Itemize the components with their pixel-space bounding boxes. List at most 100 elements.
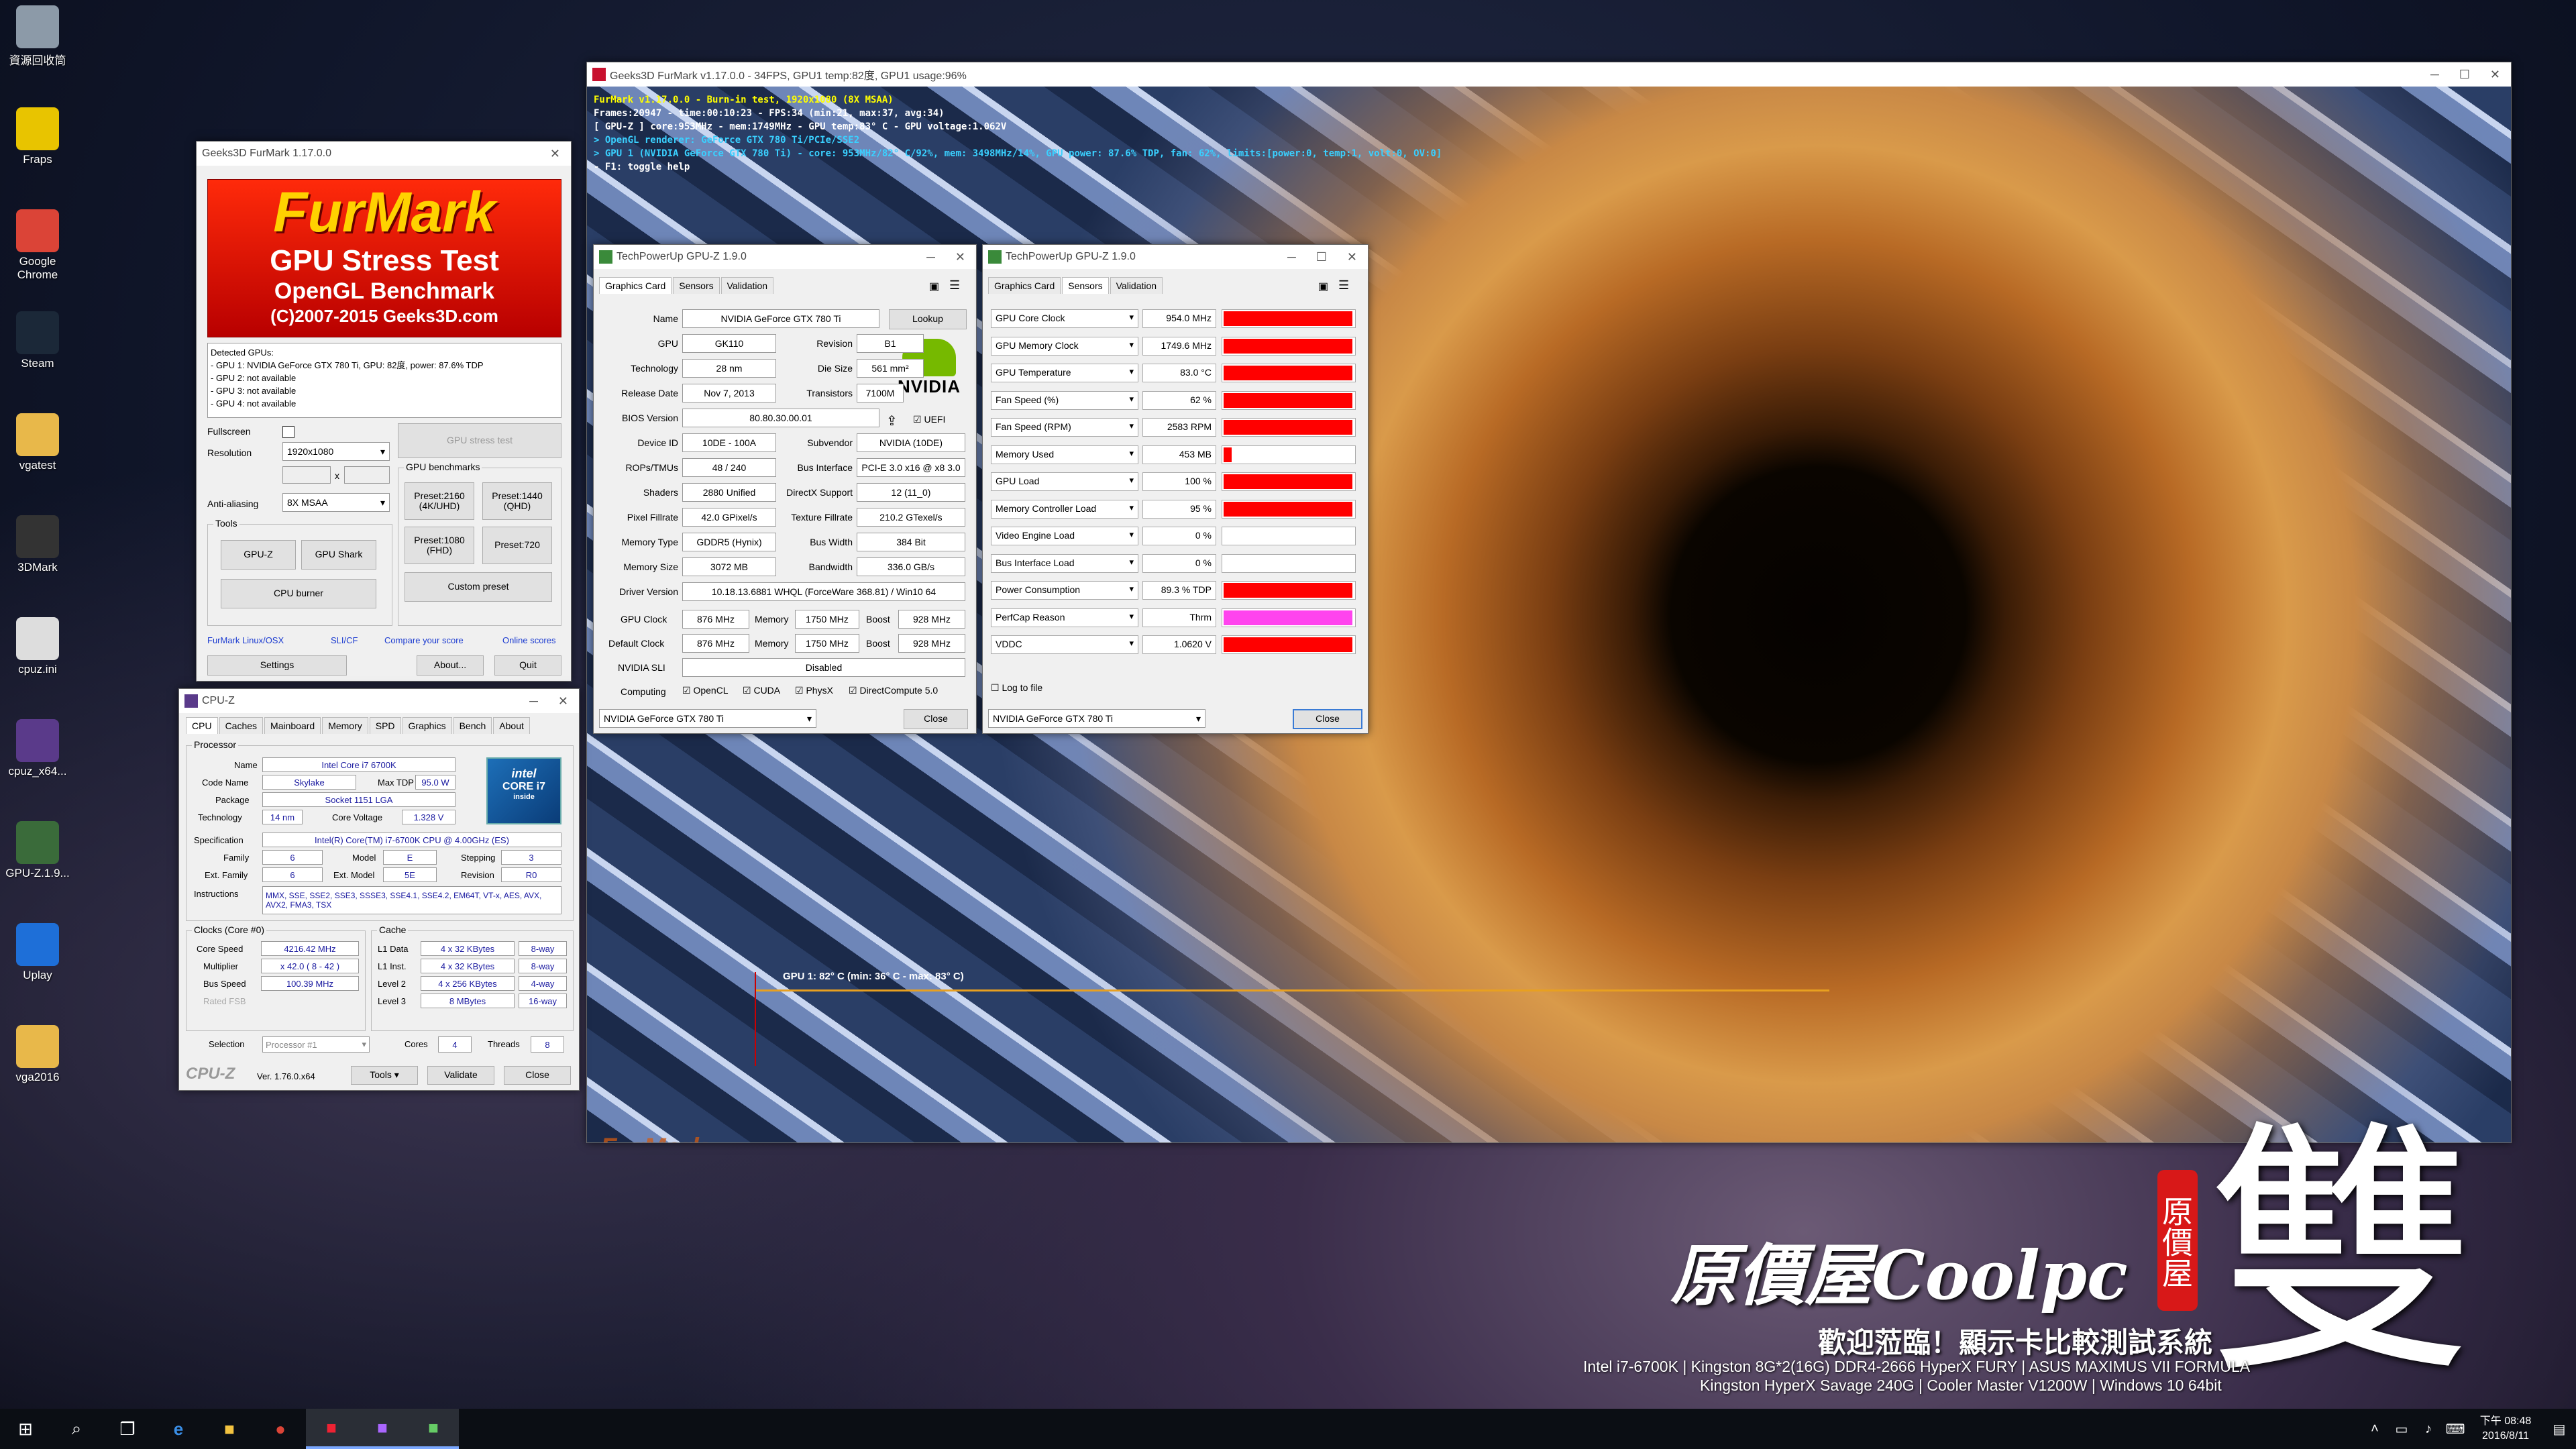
- preset-1080-button[interactable]: Preset:1080 (FHD): [405, 527, 474, 564]
- search-button[interactable]: ⌕: [51, 1409, 102, 1449]
- fullscreen-checkbox[interactable]: [282, 426, 294, 438]
- sensor-name-dropdown[interactable]: PerfCap Reason: [991, 608, 1138, 627]
- taskbar-explorer[interactable]: ■: [204, 1409, 255, 1449]
- lookup-button[interactable]: Lookup: [889, 309, 967, 329]
- desktop-icon[interactable]: 3DMark: [4, 515, 71, 574]
- tools-button[interactable]: Tools ▾: [351, 1066, 418, 1085]
- tab[interactable]: Graphics Card: [599, 277, 672, 294]
- tray-volume[interactable]: ♪: [2415, 1409, 2442, 1449]
- furmark-control-window[interactable]: Geeks3D FurMark 1.17.0.0 ✕ FurMark GPU S…: [196, 141, 572, 682]
- clock[interactable]: 下午 08:48 2016/8/11: [2469, 1414, 2542, 1444]
- resolution-select[interactable]: 1920x1080 ▾: [282, 442, 390, 461]
- tab[interactable]: Sensors: [673, 277, 720, 294]
- minimize-button[interactable]: ─: [926, 250, 935, 264]
- minimize-button[interactable]: ─: [1287, 250, 1296, 264]
- camera-icon[interactable]: ▣: [1318, 280, 1328, 293]
- camera-icon[interactable]: ▣: [929, 280, 939, 293]
- taskbar-gpuz[interactable]: ■: [408, 1409, 459, 1449]
- furmark-render-titlebar[interactable]: Geeks3D FurMark v1.17.0.0 - 34FPS, GPU1 …: [587, 62, 2511, 87]
- sensor-name-dropdown[interactable]: VDDC: [991, 635, 1138, 654]
- link-online-scores[interactable]: Online scores: [502, 635, 555, 645]
- sensor-name-dropdown[interactable]: Fan Speed (RPM): [991, 418, 1138, 437]
- tab[interactable]: Sensors: [1062, 277, 1109, 294]
- desktop-icon[interactable]: GPU-Z.1.9...: [4, 821, 71, 880]
- tray-ime[interactable]: ⌨: [2442, 1409, 2469, 1449]
- taskbar-chrome[interactable]: ●: [255, 1409, 306, 1449]
- custom-preset-button[interactable]: Custom preset: [405, 572, 552, 602]
- sensor-name-dropdown[interactable]: Memory Controller Load: [991, 499, 1138, 519]
- log-to-file-checkbox[interactable]: ☐ Log to file: [991, 682, 1042, 694]
- tab[interactable]: CPU: [186, 717, 218, 734]
- desktop-icon[interactable]: Fraps: [4, 107, 71, 166]
- task-view-button[interactable]: ❐: [102, 1409, 153, 1449]
- close-button[interactable]: ✕: [955, 250, 965, 264]
- sensor-name-dropdown[interactable]: Video Engine Load: [991, 527, 1138, 545]
- close-button[interactable]: ✕: [2490, 68, 2500, 82]
- tab[interactable]: Bench: [453, 717, 492, 734]
- gpu-select[interactable]: NVIDIA GeForce GTX 780 Ti ▾: [599, 709, 816, 728]
- sensor-name-dropdown[interactable]: Power Consumption: [991, 581, 1138, 600]
- tab[interactable]: Validation: [720, 277, 774, 294]
- sensor-name-dropdown[interactable]: Memory Used: [991, 445, 1138, 464]
- gpuz-sensors-titlebar[interactable]: TechPowerUp GPU-Z 1.9.0 ─ ☐ ✕: [983, 245, 1368, 269]
- tab[interactable]: Memory: [322, 717, 368, 734]
- processor-select[interactable]: Processor #1 ▾: [262, 1036, 370, 1053]
- link-compare-score[interactable]: Compare your score: [384, 635, 464, 645]
- maximize-button[interactable]: ☐: [2459, 68, 2470, 82]
- tray-network[interactable]: ▭: [2388, 1409, 2415, 1449]
- furmark-panel-titlebar[interactable]: Geeks3D FurMark 1.17.0.0 ✕: [197, 142, 571, 166]
- share-icon[interactable]: ⇪: [886, 413, 898, 429]
- gpu-z-button[interactable]: GPU-Z: [221, 540, 296, 570]
- gpuz-graphics-card-window[interactable]: TechPowerUp GPU-Z 1.9.0 ─ ✕ Graphics Card…: [593, 244, 977, 734]
- maximize-button[interactable]: ☐: [1316, 250, 1327, 264]
- gpu-stress-test-button[interactable]: GPU stress test: [398, 423, 561, 458]
- width-input[interactable]: [282, 466, 331, 484]
- quit-button[interactable]: Quit: [494, 655, 561, 676]
- cpu-burner-button[interactable]: CPU burner: [221, 579, 376, 608]
- sensor-name-dropdown[interactable]: GPU Core Clock: [991, 309, 1138, 328]
- anti-aliasing-select[interactable]: 8X MSAA ▾: [282, 493, 390, 512]
- validate-button[interactable]: Validate: [427, 1066, 494, 1085]
- menu-icon[interactable]: ☰: [949, 278, 960, 292]
- start-button[interactable]: ⊞: [0, 1409, 51, 1449]
- settings-button[interactable]: Settings: [207, 655, 347, 676]
- sensor-name-dropdown[interactable]: GPU Temperature: [991, 364, 1138, 382]
- preset-720-button[interactable]: Preset:720: [482, 527, 552, 564]
- tab[interactable]: Caches: [219, 717, 264, 734]
- desktop-icon[interactable]: cpuz.ini: [4, 617, 71, 676]
- tray-chevron[interactable]: ˄: [2361, 1409, 2388, 1449]
- gpuz-titlebar[interactable]: TechPowerUp GPU-Z 1.9.0 ─ ✕: [594, 245, 976, 269]
- desktop-icon[interactable]: 資源回收筒: [4, 5, 71, 68]
- taskbar-furmark[interactable]: ■: [306, 1409, 357, 1449]
- gpu-shark-button[interactable]: GPU Shark: [301, 540, 376, 570]
- height-input[interactable]: [344, 466, 390, 484]
- close-button[interactable]: ✕: [1347, 250, 1357, 264]
- taskbar-edge[interactable]: e: [153, 1409, 204, 1449]
- notification-button[interactable]: ▤: [2542, 1409, 2576, 1449]
- sensor-name-dropdown[interactable]: Bus Interface Load: [991, 553, 1138, 573]
- sensor-name-dropdown[interactable]: GPU Memory Clock: [991, 336, 1138, 356]
- desktop-icon[interactable]: cpuz_x64...: [4, 719, 71, 778]
- desktop-icon[interactable]: vgatest: [4, 413, 71, 472]
- cpuz-window[interactable]: CPU-Z ─ ✕ CPU Caches Mainboard Memory SPD Grap…: [178, 688, 580, 1091]
- close-button[interactable]: ✕: [550, 147, 560, 161]
- desktop-icon[interactable]: Uplay: [4, 923, 71, 982]
- desktop-icon[interactable]: vga2016: [4, 1025, 71, 1084]
- minimize-button[interactable]: ─: [529, 694, 538, 708]
- gpuz-sensors-window[interactable]: TechPowerUp GPU-Z 1.9.0 ─ ☐ ✕ Graphics Car…: [982, 244, 1368, 734]
- tab[interactable]: Validation: [1110, 277, 1163, 294]
- taskbar-cpuz[interactable]: ■: [357, 1409, 408, 1449]
- tab[interactable]: Mainboard: [264, 717, 321, 734]
- tab[interactable]: SPD: [369, 717, 401, 734]
- link-linux-osx[interactable]: FurMark Linux/OSX: [207, 635, 284, 645]
- link-sli-cf[interactable]: SLI/CF: [331, 635, 358, 645]
- about-button[interactable]: About...: [417, 655, 484, 676]
- preset-1440-button[interactable]: Preset:1440 (QHD): [482, 482, 552, 520]
- close-button[interactable]: Close: [1293, 709, 1362, 729]
- tab[interactable]: Graphics Card: [988, 277, 1061, 294]
- minimize-button[interactable]: ─: [2430, 68, 2439, 82]
- preset-2160-button[interactable]: Preset:2160 (4K/UHD): [405, 482, 474, 520]
- sensor-name-dropdown[interactable]: GPU Load: [991, 472, 1138, 491]
- tab[interactable]: About: [493, 717, 530, 734]
- tab[interactable]: Graphics: [402, 717, 452, 734]
